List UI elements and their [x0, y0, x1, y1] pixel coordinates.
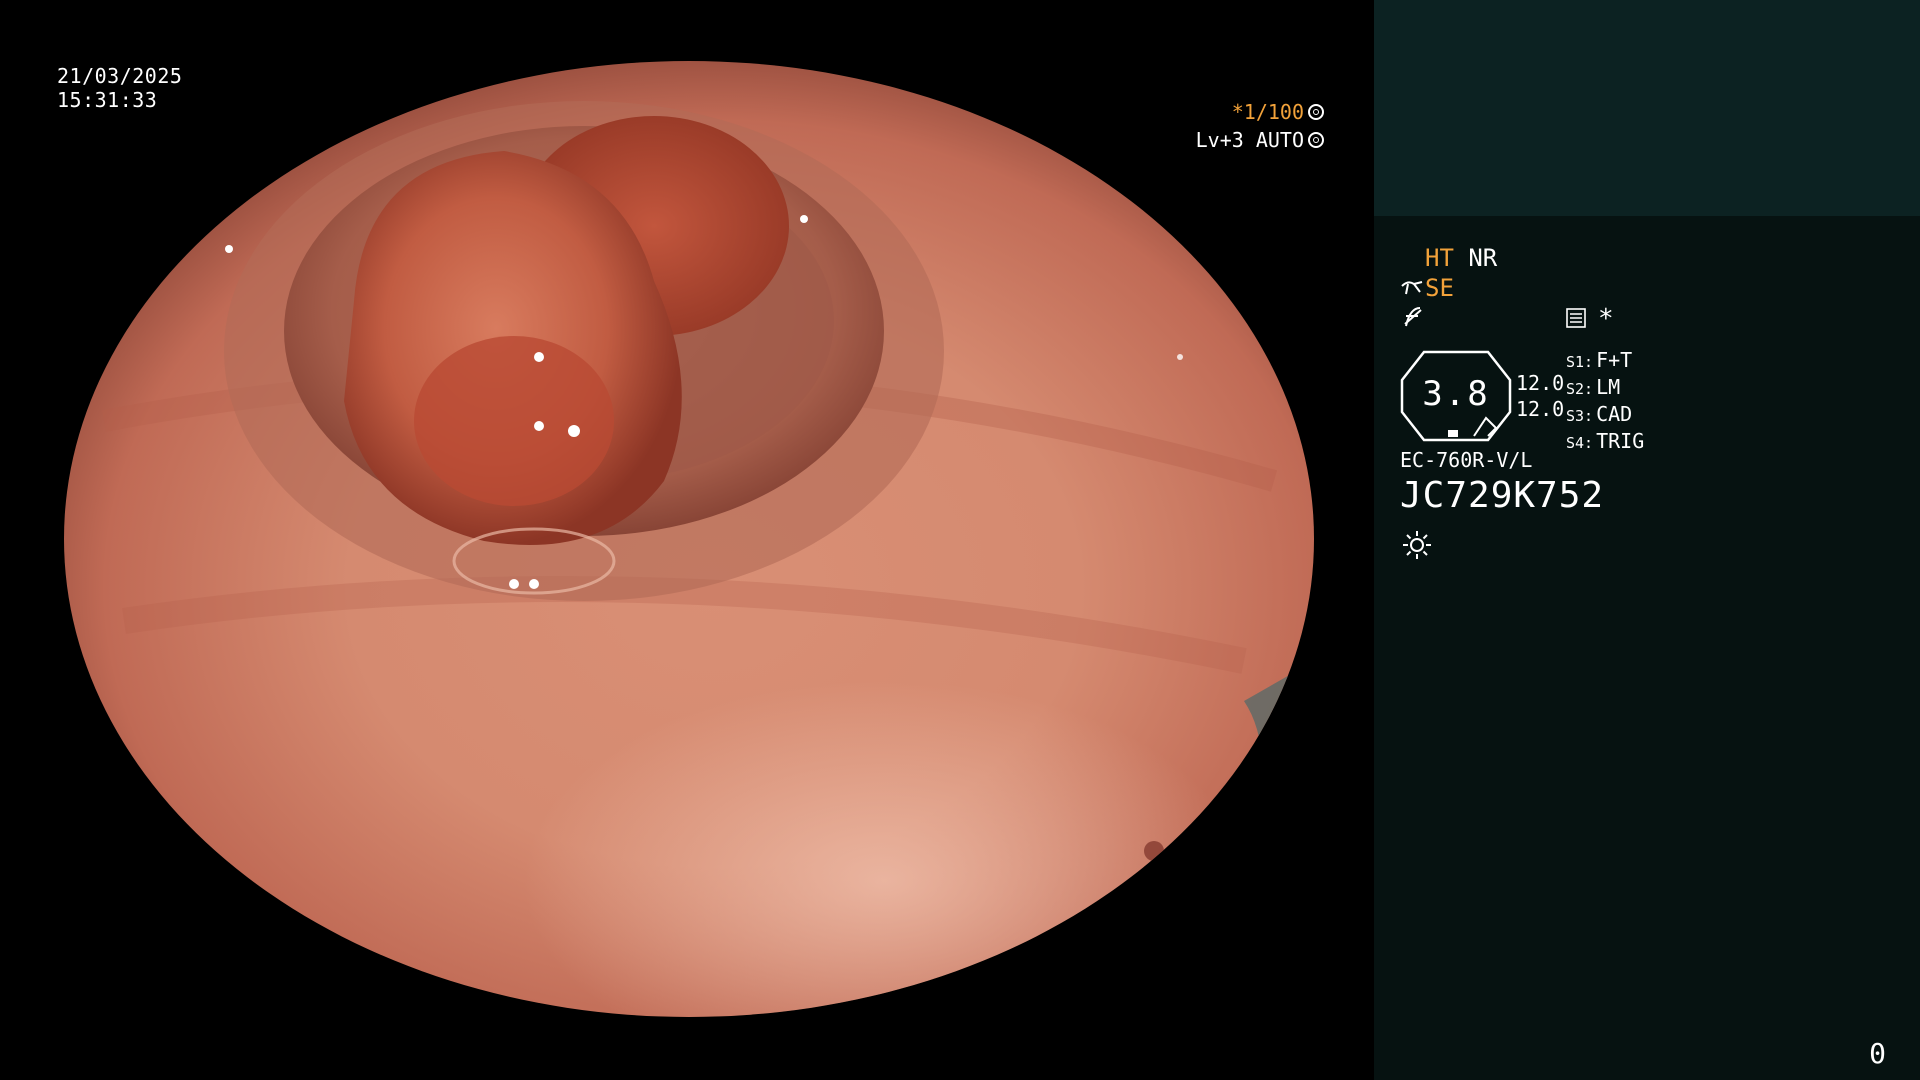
- time-text: 15:31:33: [57, 88, 158, 112]
- slot-row: S3: CAD: [1566, 402, 1644, 429]
- slot-value: LM: [1596, 375, 1621, 399]
- endoscopy-video-area: 21/03/2025 15:31:33 *1/100 Lv+3 AUTO: [0, 0, 1374, 1080]
- scope-serial: JC729K752: [1400, 475, 1605, 516]
- gauge-side-top: 12.0: [1516, 371, 1565, 395]
- slot-row: S4: TRIG: [1566, 429, 1644, 456]
- scissor-icon: [1401, 281, 1423, 295]
- gauge-side-bottom: 12.0: [1516, 397, 1565, 421]
- f-slash-icon: [1404, 307, 1422, 327]
- slot-key: S4:: [1566, 434, 1594, 452]
- ht-nr-row: HT NR: [1425, 244, 1497, 272]
- timestamp: 21/03/2025 15:31:33: [57, 64, 182, 112]
- gauge-value: 3.8: [1422, 374, 1490, 414]
- status-panel-header: [1374, 0, 1920, 216]
- shutter-speed: *1/100: [1231, 100, 1304, 124]
- slot-key: S3:: [1566, 407, 1594, 425]
- gauge-side-values: 12.0 12.0: [1516, 370, 1564, 422]
- slot-row: S1: F+T: [1566, 348, 1644, 375]
- date-text: 21/03/2025: [57, 64, 183, 88]
- slot-key: S1:: [1566, 353, 1594, 371]
- aperture-icon: [1308, 104, 1324, 120]
- slot-value: F+T: [1596, 348, 1633, 372]
- level-row: Lv+3 AUTO: [1196, 126, 1324, 154]
- exposure-info: *1/100 Lv+3 AUTO: [1196, 98, 1324, 154]
- slot-key: S2:: [1566, 380, 1594, 398]
- sun-icon: [1403, 531, 1431, 559]
- scope-model: EC-760R-V/L: [1400, 448, 1533, 472]
- target-icon: [1308, 132, 1324, 148]
- se-label: SE: [1425, 274, 1454, 302]
- switch-assignments: S1: F+T S2: LM S3: CAD S4: TRIG: [1566, 348, 1644, 456]
- endoscopic-image-drawing: [64, 61, 1314, 1017]
- brightness-level: Lv+3 AUTO: [1195, 128, 1304, 152]
- list-box-icon: [1566, 308, 1586, 328]
- endoscopic-image: [64, 61, 1314, 1017]
- slot-value: TRIG: [1596, 429, 1645, 453]
- nr-label: NR: [1468, 244, 1498, 272]
- shutter-row: *1/100: [1196, 98, 1324, 126]
- slot-value: CAD: [1596, 402, 1633, 426]
- ht-label: HT: [1425, 244, 1454, 272]
- slot-row: S2: LM: [1566, 375, 1644, 402]
- star-indicator: *: [1598, 304, 1614, 334]
- image-counter: 0: [1869, 1037, 1886, 1070]
